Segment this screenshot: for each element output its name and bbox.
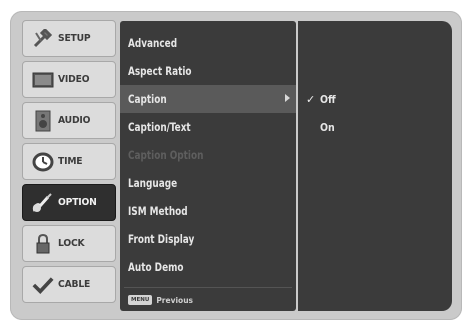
speaker-icon	[32, 110, 54, 132]
menu-item-caption[interactable]: Caption	[120, 85, 296, 113]
sidebar-item-time[interactable]: TIME	[22, 143, 116, 180]
menu-item-auto-demo[interactable]: Auto Demo	[120, 253, 296, 281]
menu-divider	[124, 287, 292, 288]
menu-item-front-display[interactable]: Front Display	[120, 225, 296, 253]
sidebar-item-label: AUDIO	[58, 115, 91, 126]
sidebar-item-label: CABLE	[58, 279, 91, 290]
check-plug-icon	[32, 274, 54, 296]
sidebar-item-label: TIME	[58, 156, 83, 167]
menu-item-aspect-ratio[interactable]: Aspect Ratio	[120, 57, 296, 85]
sidebar-item-video[interactable]: VIDEO	[22, 61, 116, 98]
submenu-item-off[interactable]: ✓ Off	[298, 85, 452, 113]
sidebar: SETUP VIDEO AUDIO TIME OPTION LOCK CABLE	[22, 20, 116, 310]
menu-item-caption-option: Caption Option	[128, 148, 204, 162]
wrench-icon	[32, 28, 54, 50]
previous-hint[interactable]: MENU Previous	[128, 295, 193, 305]
sidebar-item-setup[interactable]: SETUP	[22, 20, 116, 57]
sidebar-item-cable[interactable]: CABLE	[22, 266, 116, 303]
previous-label: Previous	[156, 295, 194, 305]
tv-icon	[32, 69, 54, 91]
sidebar-item-label: SETUP	[58, 33, 91, 44]
guitar-icon	[32, 192, 54, 214]
sidebar-item-label: LOCK	[58, 238, 85, 249]
caption-submenu: ✓ Off On	[298, 21, 452, 311]
padlock-icon	[32, 233, 54, 255]
menu-item-advanced[interactable]: Advanced	[120, 29, 296, 57]
submenu-item-on[interactable]: On	[298, 113, 452, 141]
menu-item-language[interactable]: Language	[120, 169, 296, 197]
sidebar-item-label: VIDEO	[58, 74, 90, 85]
sidebar-item-lock[interactable]: LOCK	[22, 225, 116, 262]
chevron-right-icon	[285, 94, 290, 102]
option-menu: Advanced Aspect Ratio Caption Caption/Te…	[120, 21, 296, 311]
sidebar-item-audio[interactable]: AUDIO	[22, 102, 116, 139]
sidebar-item-label: OPTION	[58, 197, 97, 208]
menu-item-ism-method[interactable]: ISM Method	[120, 197, 296, 225]
checkmark-icon: ✓	[306, 92, 316, 106]
sidebar-item-option[interactable]: OPTION	[22, 184, 116, 221]
clock-icon	[32, 151, 54, 173]
menu-item-caption-text[interactable]: Caption/Text	[120, 113, 296, 141]
menu-button-icon: MENU	[128, 295, 153, 305]
